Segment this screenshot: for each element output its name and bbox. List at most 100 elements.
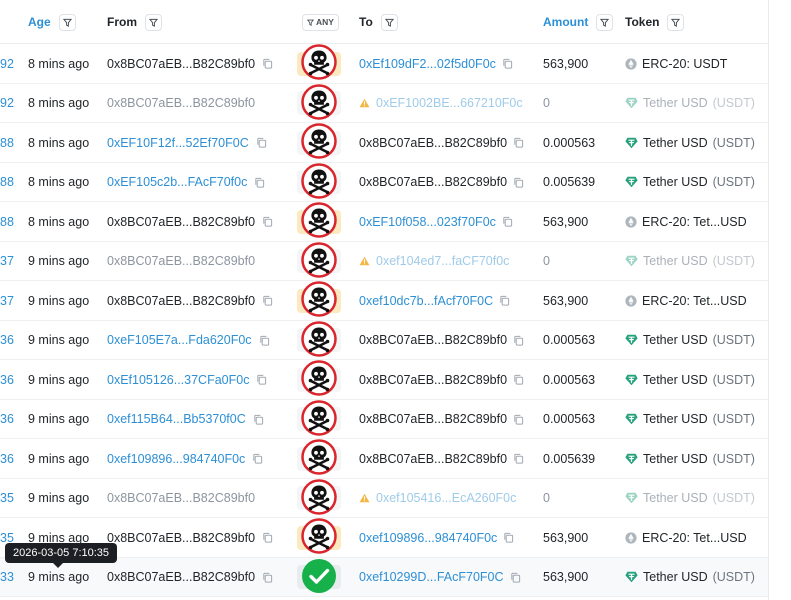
tx-block-fragment[interactable]: 88 [0,202,14,241]
filter-icon[interactable] [596,13,614,31]
to-address[interactable]: 0xEF10f058...023f70F0c [359,215,496,229]
from-address: 0x8BC07aEB...B82C89bf0 [107,214,256,229]
copy-icon[interactable] [499,295,510,306]
age-cell: 9 mins ago [28,412,90,426]
token-symbol: (USDT) [712,570,755,584]
token-name[interactable]: ERC-20: Tet...USD [642,215,747,229]
copy-icon[interactable] [262,58,273,69]
any-filter-button[interactable]: ANY [302,13,339,31]
to-address[interactable]: 0xef105416...EcA260F0c [376,491,516,505]
token-cell[interactable]: Tether USD (USDT) [625,479,755,518]
token-cell[interactable]: ERC-20: Tet...USD [625,202,747,241]
token-name[interactable]: Tether USD [643,175,708,189]
token-cell[interactable]: Tether USD (USDT) [625,163,755,202]
filter-icon[interactable] [145,13,162,31]
tx-block-fragment[interactable]: 92 [0,84,14,123]
tx-block-fragment[interactable]: 36 [0,321,14,360]
token-name[interactable]: Tether USD [643,412,708,426]
filter-icon[interactable] [58,13,76,31]
copy-icon[interactable] [513,374,524,385]
from-address[interactable]: 0xEF10F12f...52Ef70F0C [107,136,249,150]
token-cell[interactable]: Tether USD (USDT) [625,84,755,123]
copy-icon[interactable] [262,572,273,583]
copy-icon[interactable] [513,453,524,464]
from-address[interactable]: 0xeF105E7a...Fda620F0c [107,333,252,347]
from-address[interactable]: 0xef109896...984740F0c [107,452,245,466]
copy-icon[interactable] [256,374,267,385]
copy-icon[interactable] [510,572,521,583]
token-name[interactable]: Tether USD [643,570,708,584]
copy-icon[interactable] [513,335,524,346]
any-filter-label: ANY [316,17,334,27]
tx-block-fragment[interactable]: 36 [0,360,14,399]
token-name[interactable]: Tether USD [643,491,708,505]
from-address[interactable]: 0xEF105c2b...FAcF70f0c [107,175,247,189]
filter-icon[interactable] [380,13,398,31]
token-name[interactable]: Tether USD [643,373,708,387]
token-cell[interactable]: Tether USD (USDT) [625,439,755,478]
copy-icon[interactable] [502,216,513,227]
to-cell: 0xEF1002BE...667210F0c [359,84,523,123]
token-cell[interactable]: Tether USD (USDT) [625,123,755,162]
copy-icon[interactable] [262,295,273,306]
token-name[interactable]: Tether USD [643,333,708,347]
filter-icon[interactable] [667,13,685,31]
token-name[interactable]: Tether USD [643,136,708,150]
token-name[interactable]: Tether USD [643,96,708,110]
header-age: Age [28,0,76,44]
table-body: 92 8 mins ago 0x8BC07aEB...B82C89bf0 0xEf10… [0,44,768,597]
tx-block-fragment[interactable]: 92 [0,44,14,83]
to-address: 0x8BC07aEB...B82C89bf0 [359,372,508,387]
from-address[interactable]: 0xef115B64...Bb5370f0C [107,412,246,426]
copy-icon[interactable] [253,414,264,425]
token-cell[interactable]: ERC-20: Tet...USD [625,281,747,320]
token-cell[interactable]: Tether USD (USDT) [625,400,755,439]
tx-block-fragment[interactable]: 37 [0,281,14,320]
token-cell[interactable]: Tether USD (USDT) [625,321,755,360]
token-symbol: (USDT) [712,96,755,110]
from-cell: 0x8BC07aEB...B82C89bf0 [107,558,273,597]
copy-icon[interactable] [259,335,270,346]
from-address[interactable]: 0xEf105126...37CFa0F0c [107,373,249,387]
direction-badge [296,439,342,478]
to-cell: 0xEf109dF2...02f5d0F0c [359,44,513,83]
tx-block-fragment[interactable]: 88 [0,163,14,202]
copy-icon[interactable] [256,137,267,148]
tx-block-fragment[interactable]: 37 [0,242,14,281]
to-address[interactable]: 0xef10dc7b...fAcf70F0C [359,294,493,308]
to-address[interactable]: 0xEf109dF2...02f5d0F0c [359,57,496,71]
token-cell[interactable]: ERC-20: USDT [625,44,727,83]
token-cell[interactable]: ERC-20: Tet...USD [625,518,747,557]
copy-icon[interactable] [513,137,524,148]
age-cell: 8 mins ago [28,214,90,229]
tx-block-fragment[interactable]: 33 [0,558,14,597]
copy-icon[interactable] [513,177,524,188]
token-cell[interactable]: Tether USD (USDT) [625,558,755,597]
to-address[interactable]: 0xef104ed7...faCF70f0c [376,254,509,268]
tx-block-fragment[interactable]: 36 [0,439,14,478]
token-name[interactable]: ERC-20: Tet...USD [642,531,747,545]
token-name[interactable]: ERC-20: USDT [642,57,727,71]
table-row: 88 8 mins ago 0xEF10F12f...52Ef70F0C 0x8BC0… [0,123,768,163]
from-cell: 0x8BC07aEB...B82C89bf0 [107,44,273,83]
copy-icon[interactable] [513,414,524,425]
copy-icon[interactable] [262,216,273,227]
token-cell[interactable]: Tether USD (USDT) [625,360,755,399]
token-symbol: (USDT) [712,254,755,268]
copy-icon[interactable] [503,532,514,543]
to-address[interactable]: 0xEF1002BE...667210F0c [376,96,523,110]
token-name[interactable]: Tether USD [643,254,708,268]
copy-icon[interactable] [252,453,263,464]
tx-block-fragment[interactable]: 36 [0,400,14,439]
to-address[interactable]: 0xef109896...984740F0c [359,531,497,545]
copy-icon[interactable] [254,177,265,188]
tx-block-fragment[interactable]: 35 [0,479,14,518]
copy-icon[interactable] [502,58,513,69]
token-name[interactable]: Tether USD [643,452,708,466]
to-address[interactable]: 0xef10299D...FAcF70F0C [359,570,504,584]
token-name[interactable]: ERC-20: Tet...USD [642,294,747,308]
token-cell[interactable]: Tether USD (USDT) [625,242,755,281]
copy-icon[interactable] [262,532,273,543]
tx-block-fragment[interactable]: 88 [0,123,14,162]
skull-crossbones-icon [301,518,337,557]
